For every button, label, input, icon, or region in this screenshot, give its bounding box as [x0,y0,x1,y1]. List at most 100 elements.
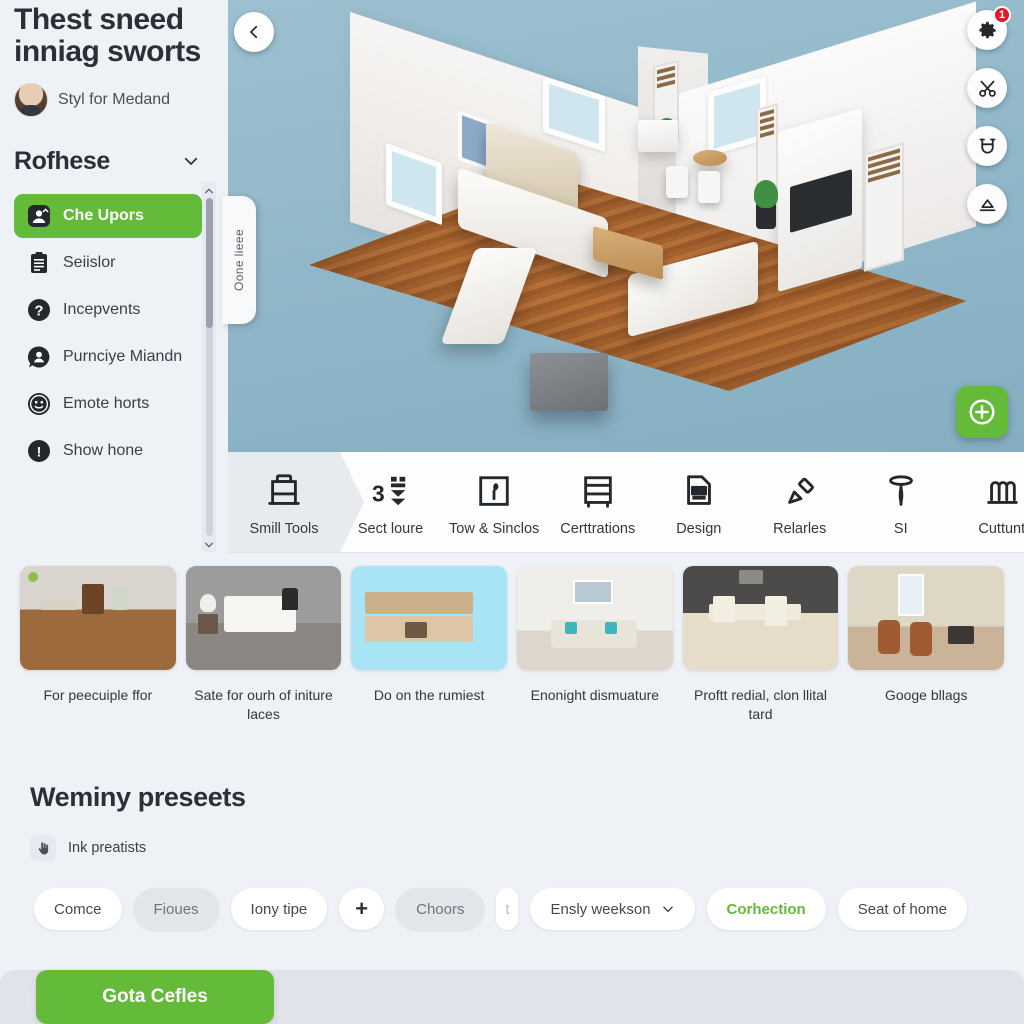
bedroom-thumb [185,566,342,670]
thumbnail-gallery: For peecuiple ffor Sate for ourh of init… [0,566,1024,766]
chip-iony-tipe[interactable]: Iony tipe [230,888,328,930]
category-tab-certtrations[interactable]: Certtrations [547,452,648,552]
gallery-card[interactable]: Enonight dismuature [517,566,673,766]
gallery-card[interactable]: For peecuiple ffor [20,566,176,766]
sidebar-item-label: Purnciye Miandn [63,347,183,365]
category-tab-label: Smill Tools [249,521,319,537]
sidebar-item-label: Che Upors [63,206,144,224]
lamp-icon-button[interactable] [967,184,1007,224]
face-circle-icon [26,391,51,416]
category-tab-label: Design [676,521,722,537]
category-tab-smill-tools[interactable]: Smill Tools [228,452,364,552]
chevron-down-icon[interactable] [661,902,675,916]
sidebar-item-emote-horts[interactable]: Emote horts [14,382,202,426]
sidebar-section-header[interactable]: Rofhese [0,117,216,176]
chevron-up-icon[interactable] [204,184,214,196]
sofa-plan-icon [679,471,719,511]
sidebar-item-purnciye-miandn[interactable]: Purnciye Miandn [14,335,202,379]
storage-crate [530,353,608,411]
chip-add-button[interactable]: + [339,888,385,930]
chip-label: Choors [416,900,465,918]
paint-roller-icon [780,471,820,511]
svg-text:3: 3 [372,481,385,507]
sidebar-item-incepvents[interactable]: ? Incepvents [14,288,202,332]
chip-partial[interactable]: t [496,888,519,930]
presets-section: Weminy preseets Ink preatists [0,782,1024,861]
category-tab-tow-sinclos[interactable]: Tow & Sinclos [441,452,547,552]
viewport-side-tab-label: Oone lieee [232,228,247,292]
gallery-card[interactable]: Sate for ourh of initure laces [185,566,342,766]
gallery-card-caption: For peecuiple ffor [43,687,153,703]
category-tab-sect-loure[interactable]: 3 Sect loure [340,452,441,552]
info-circle-icon: ! [26,438,51,463]
gallery-card-caption: Do on the rumiest [373,687,485,703]
chip-label: Comce [54,900,102,918]
scissors-icon-button[interactable] [967,68,1007,108]
scrollbar-thumb[interactable] [206,198,213,328]
chip-label: t [505,900,510,918]
gallery-card-caption: Enonight dismuature [530,687,660,703]
gallery-card[interactable]: Googe bllags [848,566,1005,766]
plant-right [754,180,778,208]
category-tab-relarles[interactable]: Relarles [749,452,850,552]
chip-choors[interactable]: Choors [396,888,485,930]
table-icon [264,471,304,511]
avatar [14,82,48,117]
window-plant-icon [474,471,514,511]
gallery-card-caption: Proftt redial, clon llital tard [693,687,828,722]
plus-icon: + [355,896,369,921]
sidebar-scrollbar[interactable] [202,182,216,552]
cta-button[interactable]: Gota Cefles [36,970,274,1024]
sidebar-item-seiislor[interactable]: Seiislor [14,241,202,285]
chip-corhection[interactable]: Corhection [706,888,826,930]
presets-sub-label: Ink preatists [68,840,147,856]
svg-text:?: ? [34,302,43,319]
category-tab-cuttunt[interactable]: Cuttunt [951,452,1024,552]
category-toolbar: Smill Tools 3 Sect loure Tow & Sinclos C… [228,452,1024,552]
shelf-right-2 [864,142,904,272]
room-render [308,1,976,448]
svg-text:!: ! [36,443,41,459]
chip-comce[interactable]: Comce [34,888,122,930]
chevron-down-icon[interactable] [182,152,200,170]
category-tab-si[interactable]: SI [850,452,951,552]
preset-chip-row: Comce Fioues Iony tipe + Choors t Ensly … [0,886,1024,932]
viewport-side-tab[interactable]: Oone lieee [222,196,256,324]
sidebar-item-label: Emote horts [63,394,150,412]
chip-label: Corhection [726,900,806,918]
lamp-floor-icon [881,471,921,511]
gallery-card[interactable]: Do on the rumiest [351,566,508,766]
presets-subrow[interactable]: Ink preatists [30,835,994,861]
cta-label: Gota Cefles [102,986,208,1007]
hand-click-icon [30,835,56,861]
chip-fioues[interactable]: Fioues [133,888,219,930]
category-tab-label: Certtrations [560,521,636,537]
chip-ensly-weekson-dropdown[interactable]: Ensly weekson [530,888,695,930]
magnet-icon-button[interactable] [967,126,1007,166]
back-button[interactable] [234,12,274,52]
page-title: Thest sneed inniag sworts [14,3,201,69]
chip-label: Seat of home [857,900,947,918]
chat-user-icon [26,344,51,369]
add-item-button[interactable] [956,386,1008,438]
user-row[interactable]: Styl for Medand [0,69,216,117]
chevron-down-icon[interactable] [204,538,214,550]
sidebar-item-label: Show hone [63,441,144,459]
sidebar-item-show-hone[interactable]: ! Show hone [14,429,202,473]
clipboard-icon [26,250,51,275]
sidebar-section-label: Rofhese [14,146,110,175]
room-floor-thumb [20,566,176,670]
gear-icon-button[interactable]: 1 [967,6,1011,50]
category-tab-design[interactable]: Design [648,452,749,552]
sidebar-item-che-upors[interactable]: Che Upors [14,193,202,238]
chip-label: Ensly weekson [550,900,651,918]
sidebar-item-label: Seiislor [63,253,116,271]
gallery-card-caption: Sate for ourh of initure laces [194,687,333,722]
chip-label: Fioues [153,900,199,918]
chair-1 [666,166,688,198]
gallery-card[interactable]: Proftt redial, clon llital tard [682,566,839,766]
chip-seat-of-home[interactable]: Seat of home [837,888,967,930]
dining-room-thumb [848,566,1005,670]
floorplan-3d-viewport[interactable]: 1 [228,0,1024,452]
category-tab-label: Sect loure [357,521,424,537]
